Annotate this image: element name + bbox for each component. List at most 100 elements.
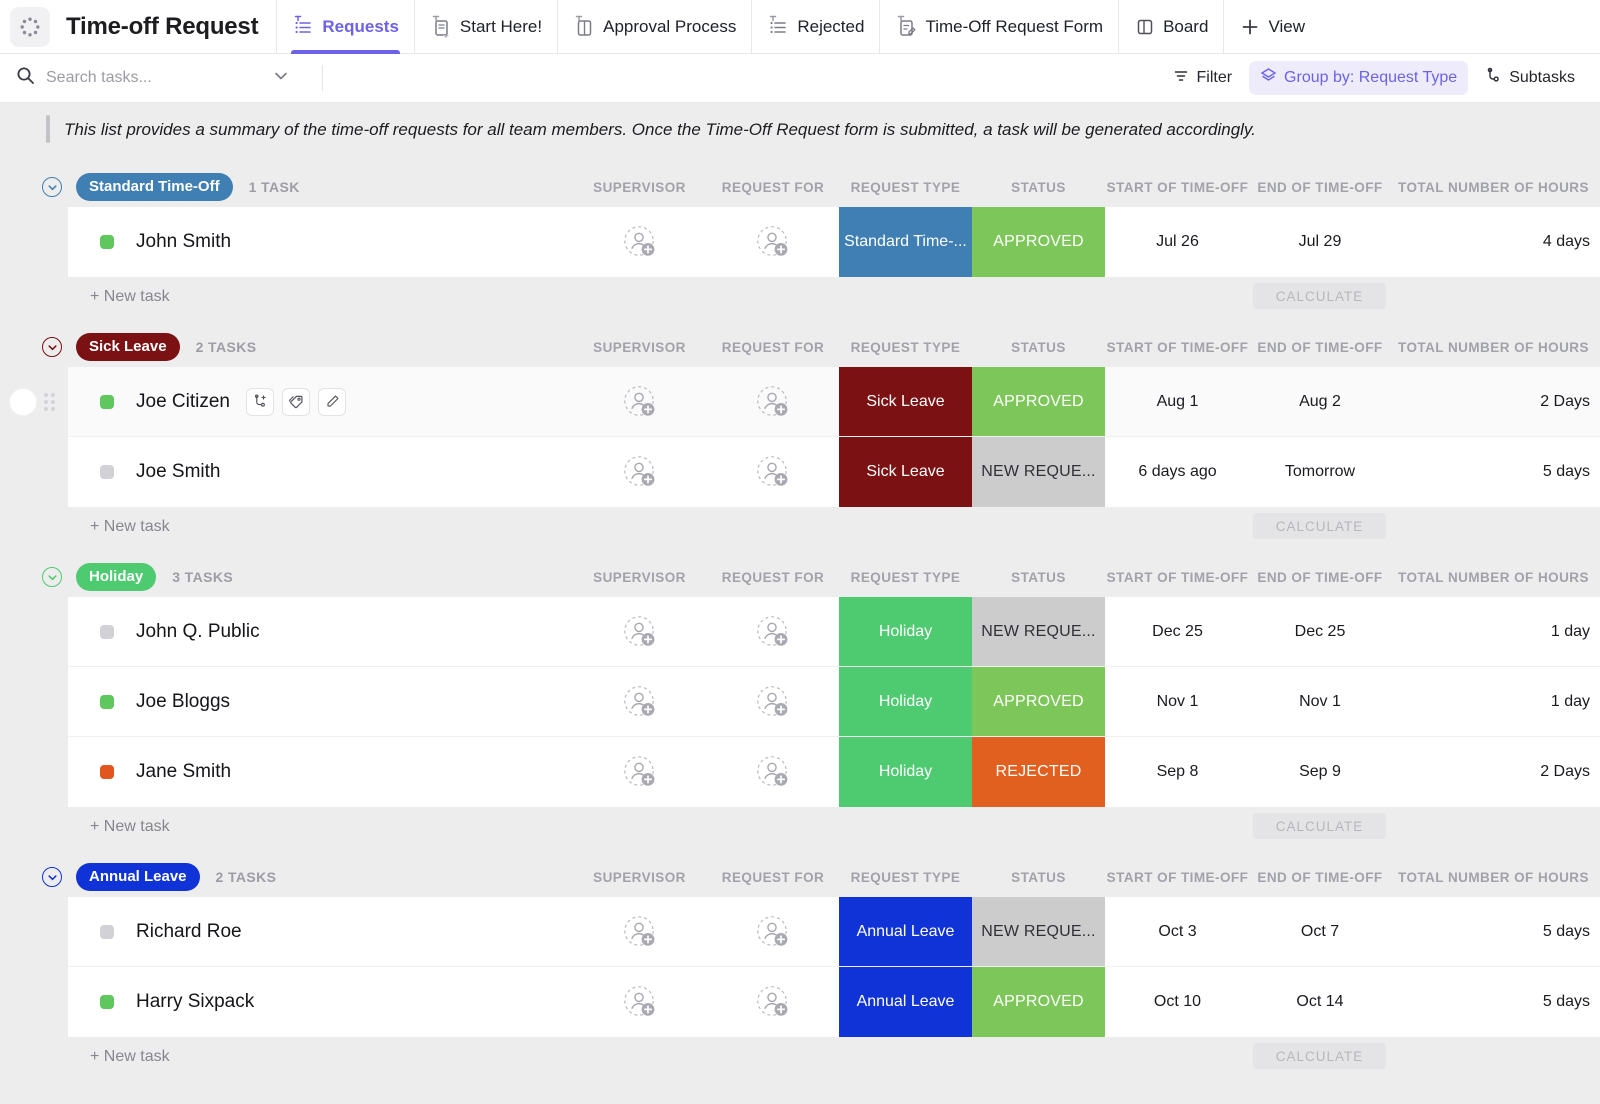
supervisor-cell[interactable]	[572, 437, 707, 507]
column-header-status[interactable]: STATUS	[972, 340, 1105, 355]
total-number-of-hours-cell[interactable]: 5 days	[1390, 897, 1600, 966]
assignee-placeholder[interactable]	[756, 385, 790, 419]
end-of-time-off-cell[interactable]: Sep 9	[1250, 737, 1390, 807]
column-header-request-for[interactable]: REQUEST FOR	[707, 870, 839, 885]
column-header-start-of-time-off[interactable]: START OF TIME-OFF	[1105, 570, 1250, 585]
request-for-cell[interactable]	[707, 367, 839, 436]
column-header-request-type[interactable]: REQUEST TYPE	[839, 340, 972, 355]
column-header-request-for[interactable]: REQUEST FOR	[707, 570, 839, 585]
task-name-cell[interactable]: Richard Roe	[68, 897, 572, 966]
task-status-dot[interactable]	[100, 995, 114, 1009]
group-collapse-toggle[interactable]	[42, 177, 62, 197]
table-row[interactable]: Joe Citizen Sick Leave APPROVED Aug 1 Au…	[10, 367, 1600, 437]
end-of-time-off-cell[interactable]: Aug 2	[1250, 367, 1390, 436]
calculate-button[interactable]: CALCULATE	[1253, 283, 1386, 309]
end-of-time-off-cell[interactable]: Tomorrow	[1250, 437, 1390, 507]
new-task-button[interactable]: + New task	[68, 818, 170, 836]
row-select-checkbox[interactable]	[10, 388, 36, 415]
group-collapse-toggle[interactable]	[42, 337, 62, 357]
request-for-cell[interactable]	[707, 597, 839, 666]
task-name-cell[interactable]: Joe Citizen	[68, 367, 572, 436]
assignee-placeholder[interactable]	[623, 915, 657, 949]
new-task-button[interactable]: + New task	[68, 288, 170, 306]
app-logo-icon[interactable]	[10, 6, 50, 47]
column-header-start-of-time-off[interactable]: START OF TIME-OFF	[1105, 180, 1250, 195]
subtasks-button[interactable]: Subtasks	[1474, 61, 1586, 95]
start-of-time-off-cell[interactable]: Oct 3	[1105, 897, 1250, 966]
supervisor-cell[interactable]	[572, 207, 707, 277]
column-header-total-number-of-hours[interactable]: TOTAL NUMBER OF HOURS	[1390, 570, 1600, 585]
filter-button[interactable]: Filter	[1162, 62, 1243, 95]
supervisor-cell[interactable]	[572, 897, 707, 966]
new-task-button[interactable]: + New task	[68, 518, 170, 536]
tab-add-view[interactable]: View	[1223, 0, 1320, 54]
search-input[interactable]	[46, 69, 261, 87]
total-number-of-hours-cell[interactable]: 5 days	[1390, 967, 1600, 1037]
supervisor-cell[interactable]	[572, 367, 707, 436]
column-header-request-for[interactable]: REQUEST FOR	[707, 340, 839, 355]
column-header-supervisor[interactable]: SUPERVISOR	[572, 340, 707, 355]
task-status-dot[interactable]	[100, 924, 114, 939]
assignee-placeholder[interactable]	[623, 225, 657, 259]
task-status-dot[interactable]	[100, 765, 114, 779]
status-cell[interactable]: APPROVED	[972, 207, 1105, 277]
assignee-placeholder[interactable]	[623, 615, 657, 649]
request-type-cell[interactable]: Annual Leave	[839, 967, 972, 1037]
task-name-cell[interactable]: Joe Smith	[68, 437, 572, 507]
task-status-dot[interactable]	[100, 394, 114, 409]
column-header-request-type[interactable]: REQUEST TYPE	[839, 870, 972, 885]
rename-task-button[interactable]	[318, 387, 346, 416]
column-header-supervisor[interactable]: SUPERVISOR	[572, 180, 707, 195]
table-row[interactable]: Joe Smith Sick Leave NEW REQUE... 6 days a…	[68, 437, 1600, 507]
start-of-time-off-cell[interactable]: 6 days ago	[1105, 437, 1250, 507]
table-row[interactable]: Joe Bloggs Holiday APPROVED Nov 1 Nov 11 da…	[68, 667, 1600, 737]
column-header-end-of-time-off[interactable]: END OF TIME-OFF	[1250, 570, 1390, 585]
assignee-placeholder[interactable]	[756, 455, 790, 489]
new-task-button[interactable]: + New task	[68, 1048, 170, 1066]
assignee-placeholder[interactable]	[756, 985, 790, 1019]
assignee-placeholder[interactable]	[623, 985, 657, 1019]
assignee-placeholder[interactable]	[623, 455, 657, 489]
total-number-of-hours-cell[interactable]: 1 day	[1390, 597, 1600, 666]
end-of-time-off-cell[interactable]: Oct 7	[1250, 897, 1390, 966]
table-row[interactable]: John Q. Public Holiday NEW REQUE... Dec 25…	[68, 597, 1600, 667]
start-of-time-off-cell[interactable]: Dec 25	[1105, 597, 1250, 666]
total-number-of-hours-cell[interactable]: 2 Days	[1390, 737, 1600, 807]
task-status-dot[interactable]	[100, 624, 114, 639]
status-cell[interactable]: APPROVED	[972, 667, 1105, 736]
assignee-placeholder[interactable]	[756, 755, 790, 789]
tab-time-off-request-form[interactable]: Time-Off Request Form	[879, 0, 1118, 54]
column-header-request-type[interactable]: REQUEST TYPE	[839, 570, 972, 585]
calculate-button[interactable]: CALCULATE	[1253, 513, 1386, 539]
task-name-cell[interactable]: Joe Bloggs	[68, 667, 572, 736]
add-tag-button[interactable]	[282, 387, 310, 416]
end-of-time-off-cell[interactable]: Dec 25	[1250, 597, 1390, 666]
table-row[interactable]: Richard Roe Annual Leave NEW REQUE... Oct …	[68, 897, 1600, 967]
group-collapse-toggle[interactable]	[42, 567, 62, 587]
group-badge[interactable]: Holiday	[76, 563, 157, 591]
start-of-time-off-cell[interactable]: Nov 1	[1105, 667, 1250, 736]
column-header-start-of-time-off[interactable]: START OF TIME-OFF	[1105, 870, 1250, 885]
request-type-cell[interactable]: Standard Time-...	[839, 207, 972, 277]
tab-board[interactable]: Board	[1118, 0, 1223, 54]
task-status-dot[interactable]	[100, 694, 114, 709]
calculate-button[interactable]: CALCULATE	[1253, 1043, 1386, 1069]
request-for-cell[interactable]	[707, 437, 839, 507]
row-drag-handle[interactable]	[44, 392, 55, 411]
task-name-cell[interactable]: Harry Sixpack	[68, 967, 572, 1037]
calculate-button[interactable]: CALCULATE	[1253, 813, 1386, 839]
column-header-start-of-time-off[interactable]: START OF TIME-OFF	[1105, 340, 1250, 355]
status-cell[interactable]: NEW REQUE...	[972, 437, 1105, 507]
request-for-cell[interactable]	[707, 737, 839, 807]
column-header-supervisor[interactable]: SUPERVISOR	[572, 870, 707, 885]
request-type-cell[interactable]: Holiday	[839, 737, 972, 807]
supervisor-cell[interactable]	[572, 597, 707, 666]
start-of-time-off-cell[interactable]: Oct 10	[1105, 967, 1250, 1037]
column-header-end-of-time-off[interactable]: END OF TIME-OFF	[1250, 340, 1390, 355]
tab-requests[interactable]: Requests	[276, 0, 414, 54]
column-header-status[interactable]: STATUS	[972, 570, 1105, 585]
assignee-placeholder[interactable]	[623, 755, 657, 789]
column-header-request-for[interactable]: REQUEST FOR	[707, 180, 839, 195]
supervisor-cell[interactable]	[572, 737, 707, 807]
request-type-cell[interactable]: Sick Leave	[839, 367, 972, 436]
